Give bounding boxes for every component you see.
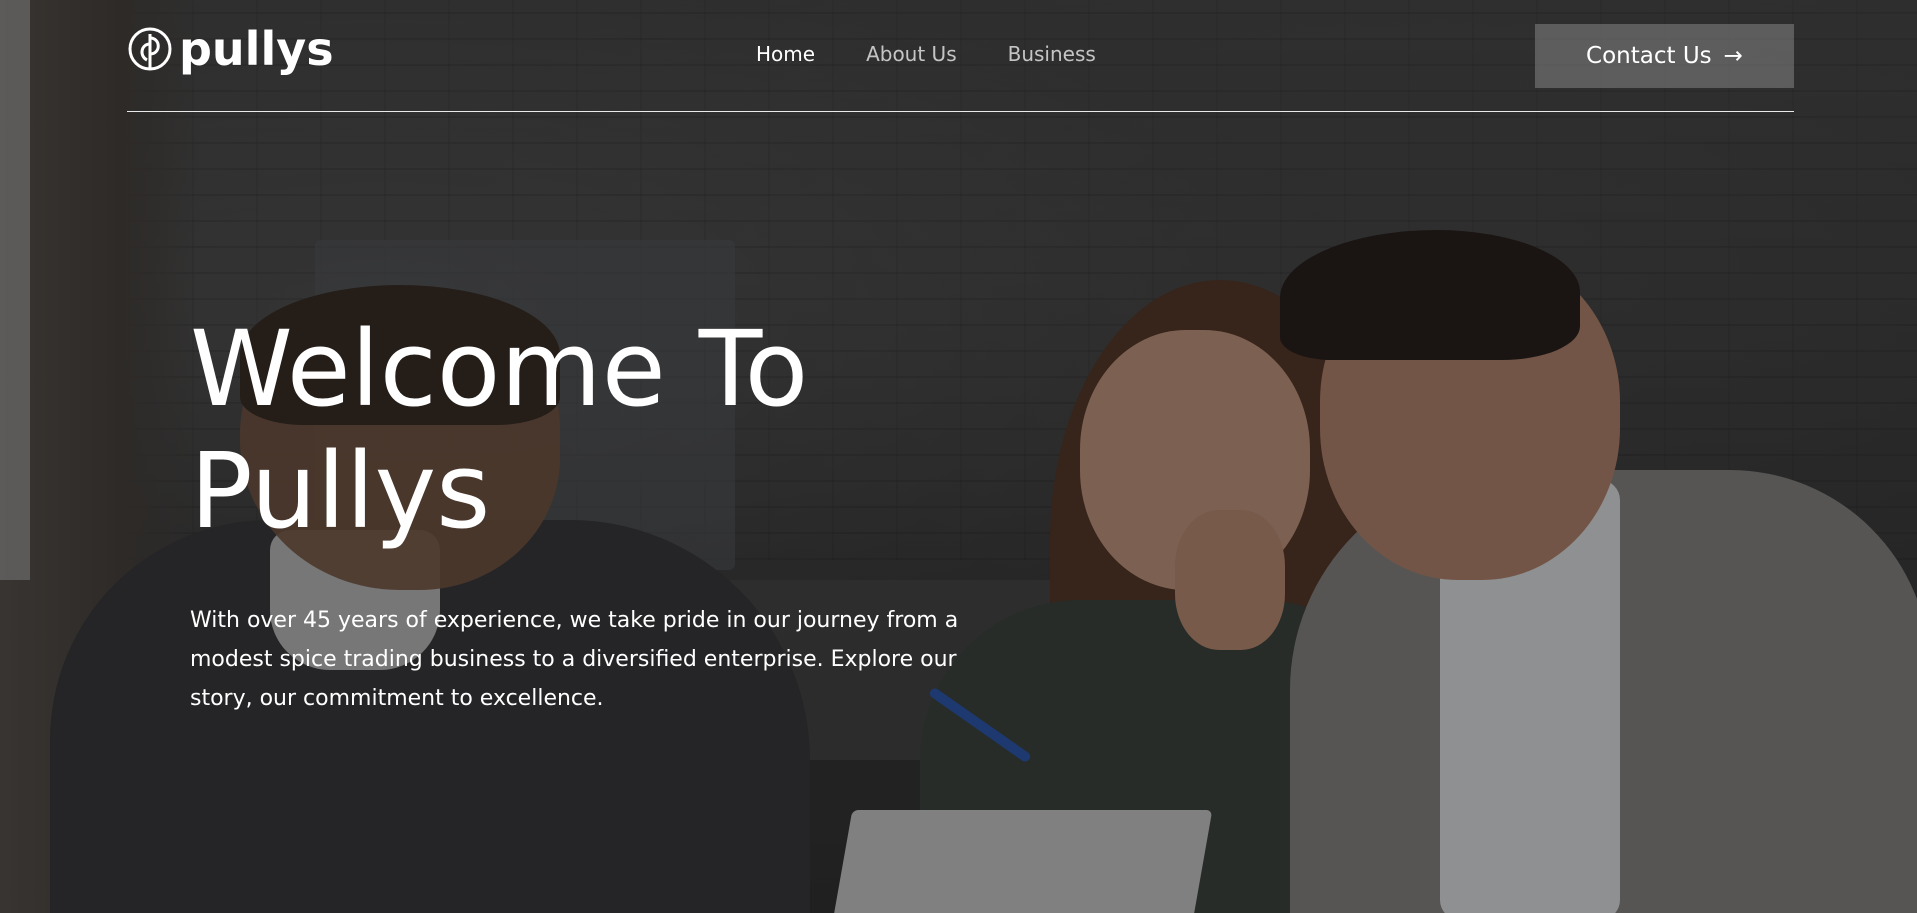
main-nav: Home About Us Business (756, 42, 1096, 66)
hero-section: pullys Home About Us Business Contact Us… (0, 0, 1917, 913)
nav-link-home[interactable]: Home (756, 42, 815, 66)
contact-us-label: Contact Us (1586, 43, 1712, 69)
hero-description: With over 45 years of experience, we tak… (190, 608, 959, 711)
hero-title-line2: Pullys (190, 430, 491, 552)
arrow-right-icon: → (1723, 43, 1743, 69)
brand-logo[interactable]: pullys (127, 26, 334, 72)
nav-link-business[interactable]: Business (1008, 42, 1096, 66)
brand-name: pullys (179, 22, 334, 76)
site-header: pullys Home About Us Business Contact Us… (127, 0, 1794, 112)
hero-title: Welcome To Pullys (190, 308, 950, 552)
hero-title-line1: Welcome To (190, 308, 809, 430)
contact-us-button[interactable]: Contact Us → (1535, 24, 1794, 88)
pullys-logo-icon (128, 27, 172, 71)
nav-link-about-us[interactable]: About Us (866, 42, 957, 66)
